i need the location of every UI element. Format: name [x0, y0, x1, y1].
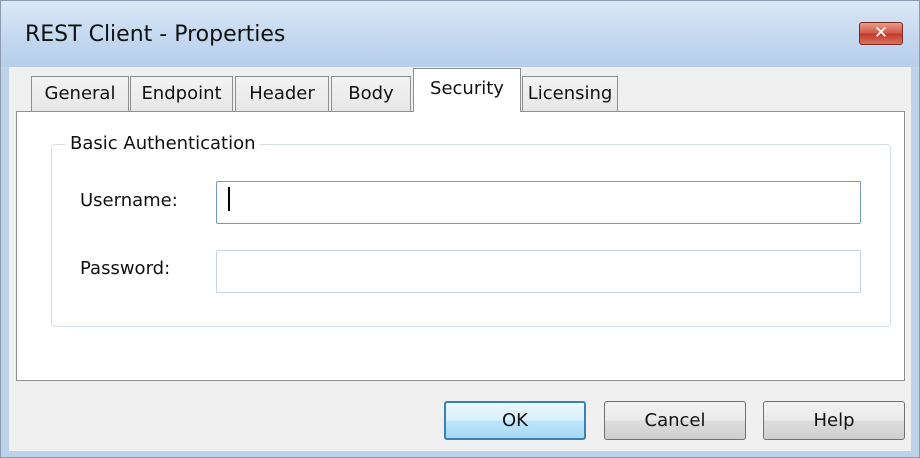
- username-label: Username:: [80, 190, 178, 211]
- text-caret: [228, 187, 230, 211]
- close-icon: ✕: [873, 23, 889, 43]
- ok-button[interactable]: OK: [444, 401, 586, 440]
- help-button[interactable]: Help: [763, 401, 905, 440]
- tab-general[interactable]: General: [31, 76, 129, 112]
- basic-authentication-group: [51, 144, 891, 327]
- tab-security[interactable]: Security: [413, 68, 521, 112]
- password-label: Password:: [80, 258, 171, 279]
- cancel-button[interactable]: Cancel: [604, 401, 746, 440]
- username-input[interactable]: [216, 181, 861, 224]
- password-input[interactable]: [216, 250, 861, 293]
- tab-header[interactable]: Header: [235, 76, 329, 112]
- tab-body[interactable]: Body: [331, 76, 411, 112]
- basic-authentication-label: Basic Authentication: [66, 133, 260, 154]
- window-title: REST Client - Properties: [25, 22, 286, 47]
- tab-endpoint[interactable]: Endpoint: [130, 76, 233, 112]
- title-bar[interactable]: REST Client - Properties ✕: [1, 1, 919, 67]
- close-button[interactable]: ✕: [859, 22, 903, 45]
- tab-licensing[interactable]: Licensing: [522, 76, 618, 112]
